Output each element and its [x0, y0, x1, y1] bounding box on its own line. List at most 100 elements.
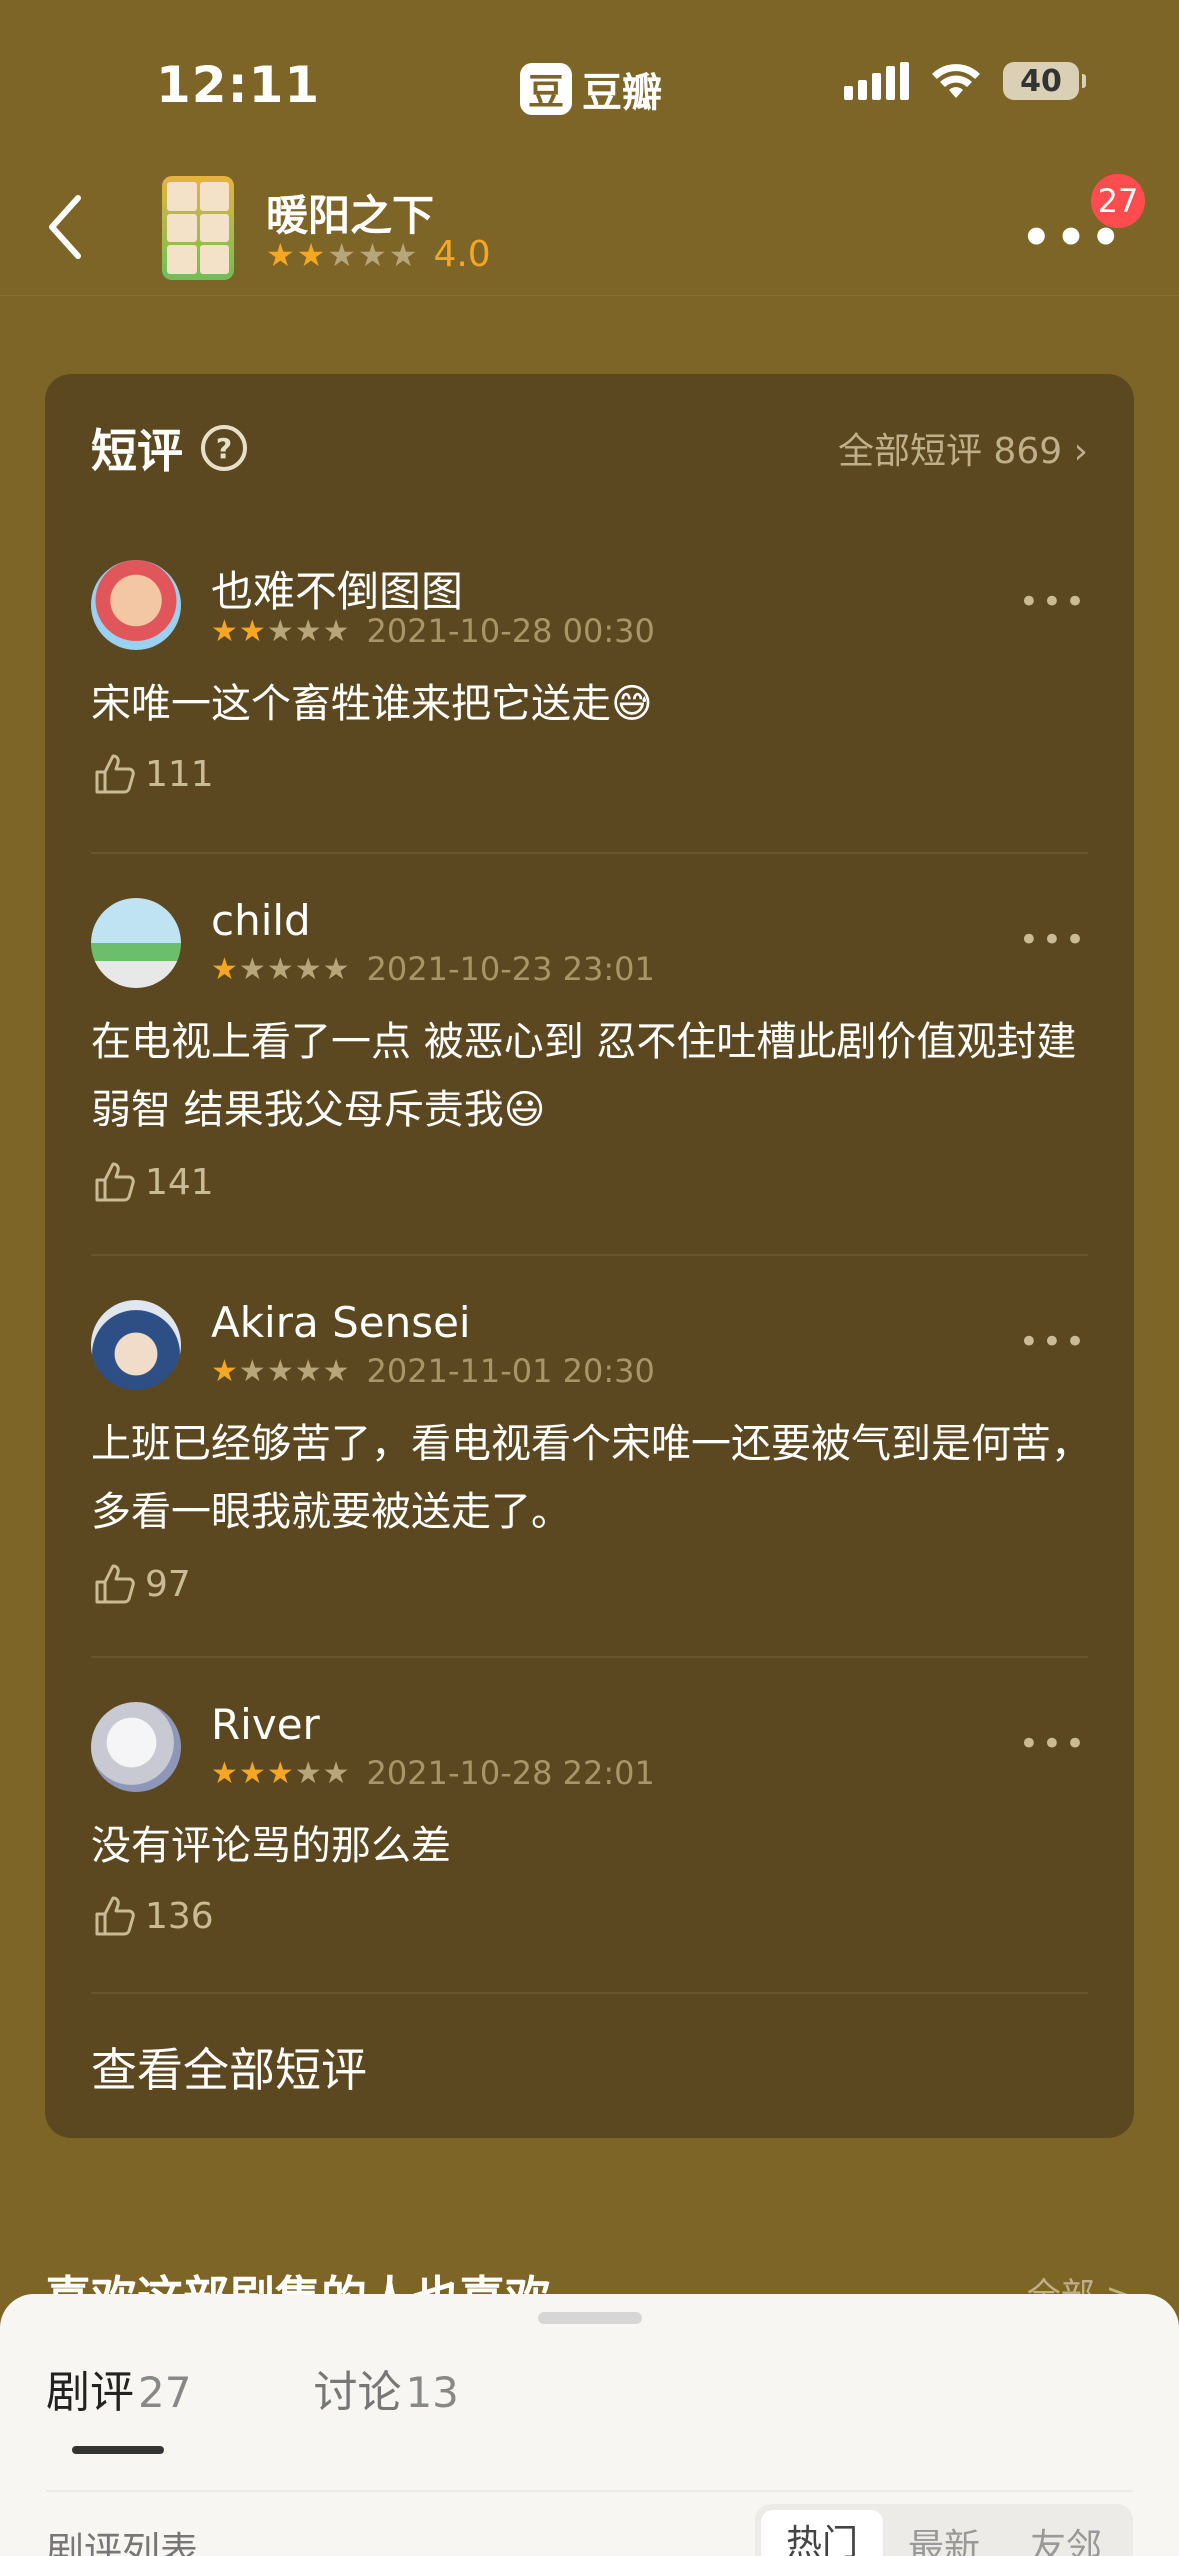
douban-logo-icon: 豆: [520, 63, 572, 115]
review-username[interactable]: child: [211, 896, 311, 945]
star-filled-icon: ★: [266, 235, 297, 274]
sort-segmented-control: 热门 最新 友邻: [755, 2504, 1133, 2556]
tab-count: 27: [138, 2368, 192, 2417]
review-more-icon[interactable]: •••: [1019, 582, 1088, 622]
review-stars: ★★★★★: [211, 952, 351, 987]
bottom-sheet[interactable]: 剧评27 讨论13 剧评列表 热门 最新 友邻: [0, 2294, 1179, 2556]
review-meta: ★★★★★ 2021-10-28 00:30: [211, 612, 655, 650]
review-username[interactable]: Akira Sensei: [211, 1298, 471, 1347]
review-meta: ★★★★★ 2021-11-01 20:30: [211, 1352, 655, 1390]
review-date: 2021-10-28 22:01: [366, 1754, 655, 1792]
sort-friends[interactable]: 友邻: [1005, 2518, 1127, 2556]
star-empty-icon: ★: [388, 235, 420, 274]
back-button[interactable]: [44, 192, 84, 274]
avatar[interactable]: [91, 560, 181, 650]
sort-latest[interactable]: 最新: [883, 2518, 1005, 2556]
star-empty-icon: ★: [322, 951, 351, 987]
page-header: 暖阳之下 ★★★★★ 4.0 ••• 27: [0, 170, 1179, 296]
star-empty-icon: ★: [294, 1755, 323, 1791]
drag-handle[interactable]: [538, 2312, 642, 2324]
status-time: 12:11: [156, 56, 321, 114]
star-filled-icon: ★: [211, 951, 239, 987]
card-header: 短评 ? 全部短评 869 ›: [91, 418, 1088, 478]
review-date: 2021-10-23 23:01: [366, 950, 655, 988]
avatar[interactable]: [91, 1300, 181, 1390]
chevron-left-icon: [49, 195, 81, 259]
star-empty-icon: ★: [238, 951, 267, 987]
review-more-icon[interactable]: •••: [1019, 920, 1088, 960]
sheet-divider: [46, 2490, 1133, 2492]
section-title: 短评 ?: [91, 415, 247, 481]
star-empty-icon: ★: [238, 1353, 267, 1389]
review-more-icon[interactable]: •••: [1019, 1724, 1088, 1764]
star-filled-icon: ★: [238, 1755, 267, 1791]
review-text: 宋唯一这个畜牲谁来把它送走😅: [91, 681, 653, 727]
star-empty-icon: ★: [266, 1353, 295, 1389]
review-username[interactable]: River: [211, 1700, 320, 1749]
app-indicator: 豆 豆瓣: [520, 60, 662, 118]
active-tab-indicator: [72, 2446, 164, 2454]
star-filled-icon: ★: [238, 613, 267, 649]
section-title-text: 短评: [91, 424, 183, 478]
notification-badge: 27: [1091, 174, 1145, 228]
chevron-right-icon: ›: [1073, 431, 1088, 472]
review-date: 2021-10-28 00:30: [366, 612, 655, 650]
thumbs-up-icon: [95, 1896, 135, 1936]
like-button[interactable]: 111: [91, 750, 214, 798]
review-meta: ★★★★★ 2021-10-28 22:01: [211, 1754, 655, 1792]
avatar[interactable]: [91, 898, 181, 988]
review-date: 2021-11-01 20:30: [366, 1352, 655, 1390]
star-filled-icon: ★: [211, 613, 239, 649]
star-empty-icon: ★: [322, 613, 351, 649]
star-empty-icon: ★: [266, 613, 295, 649]
tab-label: 剧评: [46, 2367, 134, 2418]
star-filled-icon: ★: [296, 235, 328, 274]
help-icon[interactable]: ?: [201, 425, 247, 471]
star-empty-icon: ★: [294, 613, 323, 649]
like-button[interactable]: 141: [91, 1158, 214, 1206]
star-empty-icon: ★: [327, 235, 359, 274]
review-list-label: 剧评列表: [46, 2529, 199, 2556]
sheet-tabs: 剧评27 讨论13: [46, 2356, 459, 2420]
review-divider: [91, 852, 1088, 854]
review-item[interactable]: River ★★★★★ 2021-10-28 22:01 ••• 没有评论骂的那…: [91, 1700, 1088, 1937]
review-divider: [91, 1254, 1088, 1256]
review-divider: [91, 1992, 1088, 1994]
review-item[interactable]: child ★★★★★ 2021-10-23 23:01 ••• 在电视上看了一…: [91, 896, 1088, 1203]
star-filled-icon: ★: [211, 1755, 239, 1791]
review-item[interactable]: Akira Sensei ★★★★★ 2021-11-01 20:30 ••• …: [91, 1298, 1091, 1605]
show-poster[interactable]: [162, 176, 234, 280]
review-text: 在电视上看了一点 被恶心到 忍不住吐槽此剧价值观封建弱智 结果我父母斥责我😃: [91, 1019, 1077, 1133]
review-username[interactable]: 也难不倒图图: [211, 558, 463, 619]
wifi-icon: [932, 64, 980, 98]
sort-hot[interactable]: 热门: [761, 2510, 883, 2556]
review-text: 没有评论骂的那么差: [91, 1823, 451, 1869]
tab-label: 讨论: [313, 2367, 402, 2418]
review-meta: ★★★★★ 2021-10-23 23:01: [211, 950, 655, 988]
like-count: 141: [145, 1161, 214, 1203]
like-count: 111: [145, 753, 214, 795]
star-empty-icon: ★: [294, 951, 323, 987]
app-name: 豆瓣: [582, 70, 662, 116]
tab-count: 13: [405, 2368, 459, 2417]
like-count: 136: [145, 1895, 214, 1937]
star-empty-icon: ★: [358, 235, 389, 274]
star-empty-icon: ★: [266, 951, 295, 987]
review-more-icon[interactable]: •••: [1019, 1322, 1088, 1362]
star-filled-icon: ★: [211, 1353, 239, 1389]
status-icons: 40: [844, 62, 1086, 100]
avatar[interactable]: [91, 1702, 181, 1792]
thumbs-up-icon: [95, 754, 135, 794]
like-button[interactable]: 97: [91, 1560, 191, 1608]
review-divider: [91, 1656, 1088, 1658]
tab-discussions[interactable]: 讨论13: [313, 2356, 458, 2420]
review-stars: ★★★★★: [211, 1756, 351, 1791]
star-empty-icon: ★: [294, 1353, 323, 1389]
review-stars: ★★★★★: [211, 614, 351, 649]
tab-reviews[interactable]: 剧评27: [46, 2356, 191, 2420]
all-short-reviews-link[interactable]: 全部短评 869 ›: [838, 422, 1088, 474]
star-empty-icon: ★: [322, 1353, 351, 1389]
view-all-short-reviews-button[interactable]: 查看全部短评: [91, 2034, 367, 2100]
like-button[interactable]: 136: [91, 1892, 214, 1940]
review-item[interactable]: 也难不倒图图 ★★★★★ 2021-10-28 00:30 ••• 宋唯一这个畜…: [91, 558, 1088, 795]
